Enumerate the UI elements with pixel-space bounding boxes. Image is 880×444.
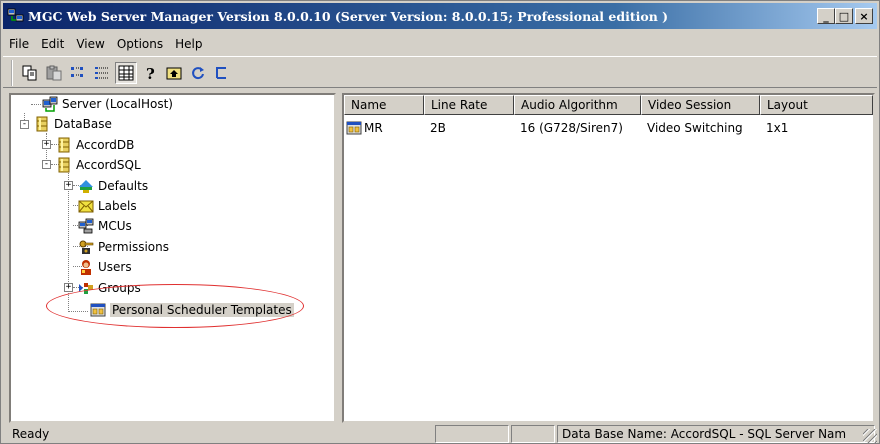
list-header: Name Line Rate Audio Algorithm Video Ses… [344, 95, 873, 115]
tree-node-labels[interactable]: Labels [78, 197, 137, 215]
details-icon [118, 65, 134, 81]
up-folder-button[interactable] [163, 62, 185, 84]
menu-view[interactable]: View [70, 37, 110, 51]
list-view[interactable]: Name Line Rate Audio Algorithm Video Ses… [342, 93, 875, 423]
copy-button[interactable] [19, 62, 41, 84]
tree-label: AccordSQL [76, 158, 141, 172]
defaults-icon [78, 178, 94, 194]
list-button[interactable] [91, 62, 113, 84]
menu-edit[interactable]: Edit [35, 37, 70, 51]
refresh-icon [192, 67, 204, 80]
list-icon [95, 67, 109, 79]
paste-button[interactable] [43, 62, 65, 84]
status-panel-empty-2 [511, 425, 555, 443]
column-header-line-rate[interactable]: Line Rate [424, 95, 514, 115]
menu-help[interactable]: Help [169, 37, 208, 51]
cell-name: MR [344, 120, 424, 136]
menu-file[interactable]: File [3, 37, 35, 51]
help-icon: ? [146, 65, 155, 81]
column-header-name[interactable]: Name [344, 95, 424, 115]
tree-label: Users [98, 260, 132, 274]
cell-video-session: Video Switching [647, 121, 743, 135]
column-header-video-session[interactable]: Video Session [641, 95, 760, 115]
tree-node-accordsql[interactable]: AccordSQL [56, 156, 141, 174]
toolbar: ? [11, 60, 233, 86]
tree-label: Permissions [98, 240, 169, 254]
status-text: Ready [12, 427, 50, 441]
minimize-button[interactable]: _ [817, 8, 835, 24]
menu-options[interactable]: Options [111, 37, 169, 51]
column-header-layout[interactable]: Layout [760, 95, 873, 115]
collapse-toggle[interactable]: - [42, 160, 51, 169]
cell-layout: 1x1 [766, 121, 789, 135]
tree-node-defaults[interactable]: Defaults [78, 177, 148, 195]
minimize-icon: _ [823, 9, 829, 23]
tree-node-mcus[interactable]: MCUs [78, 217, 132, 235]
cell-audio-algorithm: 16 (G728/Siren7) [520, 121, 623, 135]
close-button[interactable]: × [855, 8, 873, 24]
up-folder-icon [166, 67, 182, 80]
status-panel-empty-1 [435, 425, 509, 443]
resize-grip-icon[interactable] [863, 429, 877, 443]
refresh-button[interactable] [187, 62, 209, 84]
svg-text:?: ? [146, 65, 155, 81]
highlight-ellipse [46, 284, 304, 328]
tree-label: MCUs [98, 219, 132, 233]
mcu-icon [78, 218, 94, 234]
list-row[interactable]: MR 2B 16 (G728/Siren7) Video Switching 1… [344, 119, 873, 137]
row-name: MR [364, 121, 383, 135]
server-icon [42, 96, 58, 112]
tree-view-icon [216, 67, 226, 79]
permissions-icon [78, 239, 94, 255]
tree-label: DataBase [54, 117, 112, 131]
status-db-info: Data Base Name: AccordSQL - SQL Server N… [557, 425, 875, 443]
tree-label: Server (LocalHost) [62, 97, 173, 111]
tree-label: Defaults [98, 179, 149, 193]
tree-label: AccordDB [76, 138, 135, 152]
status-bar: Ready Data Base Name: AccordSQL - SQL Se… [3, 425, 877, 443]
tree-node-permissions[interactable]: Permissions [78, 238, 169, 256]
tree-node-server[interactable]: Server (LocalHost) [42, 95, 173, 113]
close-icon: × [859, 9, 869, 23]
small-icons-button[interactable] [67, 62, 89, 84]
tree-label: Labels [98, 199, 137, 213]
tree-pane[interactable]: Server (LocalHost) - DataBase + AccordDB… [9, 93, 336, 423]
expand-toggle[interactable]: + [64, 283, 73, 292]
copy-icon [22, 65, 37, 81]
column-header-audio-algorithm[interactable]: Audio Algorithm [514, 95, 641, 115]
database-icon [34, 116, 50, 132]
help-button[interactable]: ? [139, 62, 161, 84]
tree-view-button[interactable] [211, 62, 233, 84]
paste-icon [46, 65, 62, 81]
expand-toggle[interactable]: + [42, 140, 51, 149]
maximize-icon: □ [838, 9, 850, 23]
maximize-button[interactable]: □ [835, 8, 853, 24]
menu-bar: File Edit View Options Help [3, 33, 209, 55]
expand-toggle[interactable]: + [64, 181, 73, 190]
database-icon [56, 137, 72, 153]
toolbar-area: ? [3, 56, 877, 88]
window-title: MGC Web Server Manager Version 8.0.0.10 … [28, 8, 669, 24]
template-icon [346, 120, 362, 136]
app-icon [7, 7, 25, 25]
small-icons-icon [71, 67, 83, 77]
labels-icon [78, 198, 94, 214]
app-window: MGC Web Server Manager Version 8.0.0.10 … [0, 0, 880, 444]
details-button[interactable] [115, 62, 137, 84]
database-icon [56, 157, 72, 173]
tree-node-accorddb[interactable]: AccordDB [56, 136, 134, 154]
title-bar[interactable]: MGC Web Server Manager Version 8.0.0.10 … [3, 3, 877, 29]
tree-node-users[interactable]: Users [78, 258, 132, 276]
users-icon [78, 259, 94, 275]
collapse-toggle[interactable]: - [20, 120, 29, 129]
tree-node-database[interactable]: DataBase [34, 115, 112, 133]
cell-line-rate: 2B [430, 121, 446, 135]
